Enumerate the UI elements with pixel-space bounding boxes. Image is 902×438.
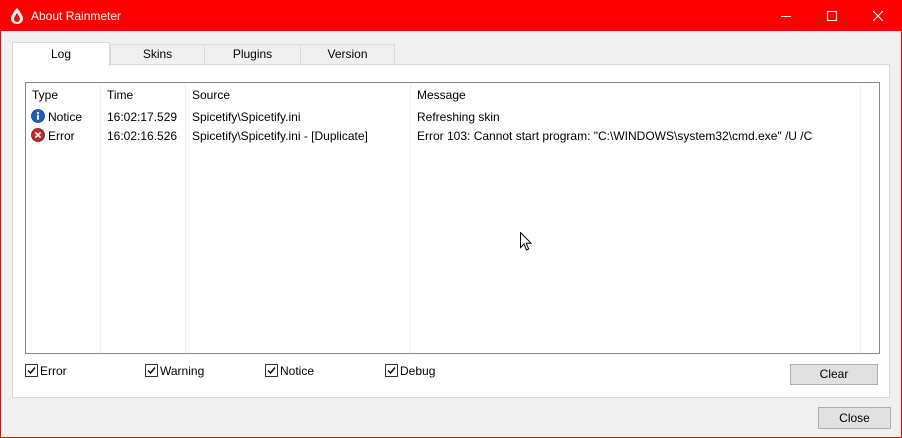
close-icon <box>873 11 883 21</box>
column-divider <box>410 83 411 353</box>
filter-error-label: Error <box>40 364 67 378</box>
checkmark-icon <box>27 367 36 375</box>
log-source: Spicetify\Spicetify.ini - [Duplicate] <box>192 129 368 143</box>
column-header-type[interactable]: Type <box>32 88 58 102</box>
title-bar[interactable]: About Rainmeter <box>1 1 901 31</box>
maximize-icon <box>827 11 837 21</box>
filter-warning-label: Warning <box>160 364 205 378</box>
mouse-cursor-icon <box>520 232 532 251</box>
rainmeter-drop-icon <box>11 8 23 24</box>
column-header-source[interactable]: Source <box>192 88 230 102</box>
log-type: Error <box>48 129 75 143</box>
checkbox-box[interactable] <box>265 364 278 377</box>
close-window-button[interactable] <box>855 1 901 31</box>
checkmark-icon <box>147 367 156 375</box>
maximize-button[interactable] <box>809 1 855 31</box>
filter-notice-label: Notice <box>280 364 315 378</box>
column-divider <box>185 83 186 353</box>
filter-debug-label: Debug <box>400 364 436 378</box>
tab-version[interactable]: Version <box>300 44 395 65</box>
log-time: 16:02:16.526 <box>107 129 178 143</box>
log-source: Spicetify\Spicetify.ini <box>192 110 301 124</box>
tab-skins[interactable]: Skins <box>110 44 205 65</box>
log-message: Error 103: Cannot start program: "C:\WIN… <box>417 129 813 143</box>
clear-button[interactable]: Clear <box>790 364 878 385</box>
log-type: Notice <box>48 110 83 124</box>
column-header-time[interactable]: Time <box>107 88 133 102</box>
log-list[interactable]: Type Time Source Message Notice 16:02:17… <box>25 82 880 354</box>
checkbox-box[interactable] <box>25 364 38 377</box>
about-rainmeter-window: About Rainmeter Log Skins Plugins Versio… <box>0 0 902 438</box>
window-title: About Rainmeter <box>31 9 122 23</box>
error-icon <box>31 128 45 142</box>
checkbox-box[interactable] <box>145 364 158 377</box>
log-message: Refreshing skin <box>417 110 500 124</box>
column-divider <box>100 83 101 353</box>
checkmark-icon <box>267 367 276 375</box>
info-icon <box>31 109 45 123</box>
close-button[interactable]: Close <box>818 407 891 429</box>
minimize-icon <box>781 16 791 17</box>
log-time: 16:02:17.529 <box>107 110 178 124</box>
checkmark-icon <box>387 367 396 375</box>
minimize-button[interactable] <box>763 1 809 31</box>
checkbox-box[interactable] <box>385 364 398 377</box>
tab-plugins[interactable]: Plugins <box>204 44 301 65</box>
tab-log[interactable]: Log <box>12 42 110 66</box>
column-header-message[interactable]: Message <box>417 88 466 102</box>
column-divider <box>860 83 861 353</box>
